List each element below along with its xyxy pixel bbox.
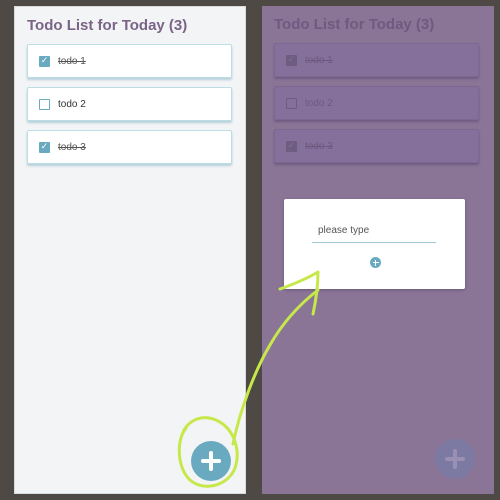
annotation-arrow-line	[231, 288, 320, 446]
annotation-circle	[177, 416, 239, 488]
annotation-arrow	[177, 270, 320, 488]
